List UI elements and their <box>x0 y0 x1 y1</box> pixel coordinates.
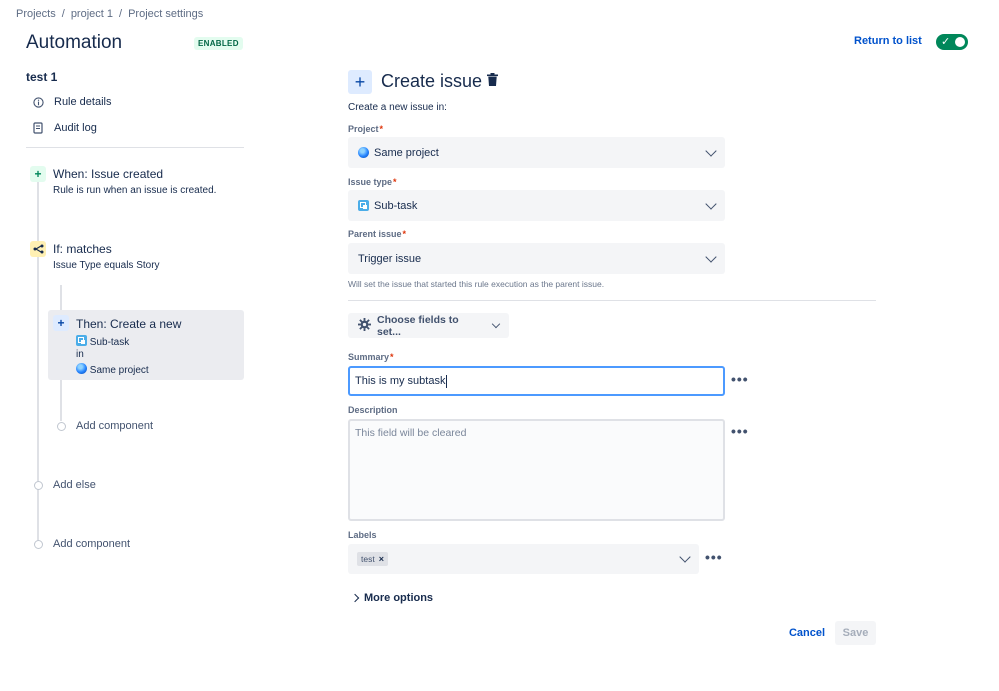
action-project: Same project <box>76 363 149 376</box>
action-type-plus-icon: + <box>348 70 372 94</box>
description-more-icon[interactable]: ••• <box>731 424 749 438</box>
branch-icon <box>30 241 46 257</box>
more-options-label: More options <box>364 592 434 604</box>
issue-type-label: Issue type* <box>348 177 397 187</box>
breadcrumb-project-settings[interactable]: Project settings <box>128 8 203 20</box>
page-title: Automation <box>26 32 123 53</box>
parent-issue-select[interactable]: Trigger issue <box>348 243 725 274</box>
plus-icon: + <box>53 315 69 331</box>
sidebar-item-label: Audit log <box>54 122 97 134</box>
project-icon <box>358 147 369 158</box>
action-in-text: in <box>76 349 84 360</box>
document-icon <box>32 122 44 134</box>
more-options-toggle[interactable]: More options <box>350 592 434 604</box>
add-dot <box>34 481 43 490</box>
label-tag-text: test <box>361 554 375 564</box>
panel-title: Create issue <box>381 71 483 91</box>
action-project-label: Same project <box>89 365 149 376</box>
sidebar-item-audit-log[interactable]: Audit log <box>32 122 97 134</box>
labels-select[interactable]: test × <box>348 544 699 574</box>
text-caret <box>446 374 448 388</box>
add-component-outer-link[interactable]: Add component <box>53 538 130 550</box>
description-textarea[interactable]: This field will be cleared <box>348 419 725 521</box>
trigger-subtitle: Rule is run when an issue is created. <box>53 185 217 196</box>
subtask-icon <box>76 335 87 346</box>
cancel-button[interactable]: Cancel <box>786 621 828 645</box>
labels-more-icon[interactable]: ••• <box>705 550 723 564</box>
return-to-list-link[interactable]: Return to list <box>854 35 922 47</box>
summary-input[interactable]: This is my subtask <box>348 366 725 396</box>
add-dot <box>34 540 43 549</box>
chevron-down-icon <box>491 319 501 328</box>
breadcrumb-separator: / <box>119 8 123 20</box>
check-icon: ✓ <box>941 36 951 48</box>
subtask-icon <box>358 200 369 211</box>
breadcrumb-project[interactable]: project 1 <box>71 8 113 20</box>
chevron-down-icon <box>705 144 717 157</box>
info-icon <box>32 96 44 108</box>
condition-subtitle: Issue Type equals Story <box>53 260 160 271</box>
breadcrumb-projects[interactable]: Projects <box>16 8 56 20</box>
issue-type-select-value: Sub-task <box>374 199 418 212</box>
gear-icon <box>358 317 371 334</box>
label-tag: test × <box>357 552 388 566</box>
divider <box>348 300 876 301</box>
rule-enabled-toggle[interactable]: ✓ <box>936 34 968 50</box>
project-select[interactable]: Same project <box>348 137 725 168</box>
divider <box>26 147 244 148</box>
chevron-down-icon <box>705 197 717 210</box>
sidebar-item-label: Rule details <box>54 96 112 108</box>
add-else-link[interactable]: Add else <box>53 479 96 491</box>
toggle-knob <box>955 37 965 47</box>
parent-issue-label: Parent issue* <box>348 229 407 239</box>
summary-label: Summary* <box>348 352 394 362</box>
parent-issue-select-value: Trigger issue <box>358 252 422 265</box>
chevron-down-icon <box>679 551 691 563</box>
add-component-inner-link[interactable]: Add component <box>76 420 153 432</box>
breadcrumb: Projects / project 1 / Project settings <box>16 8 203 20</box>
description-label: Description <box>348 405 398 415</box>
issue-type-select[interactable]: Sub-task <box>348 190 725 221</box>
labels-label: Labels <box>348 530 377 540</box>
summary-more-icon[interactable]: ••• <box>731 372 749 386</box>
project-icon <box>76 363 87 374</box>
chevron-right-icon <box>350 593 360 603</box>
chevron-down-icon <box>705 250 717 263</box>
status-badge: ENABLED <box>194 37 243 50</box>
remove-tag-icon[interactable]: × <box>379 554 384 564</box>
parent-issue-hint: Will set the issue that started this rul… <box>348 279 605 289</box>
project-label: Project* <box>348 124 384 134</box>
plus-icon: + <box>30 166 46 182</box>
intro-text: Create a new issue in: <box>348 102 447 113</box>
sidebar-item-rule-details[interactable]: Rule details <box>32 96 111 108</box>
action-issue-type-label: Sub-task <box>89 337 130 348</box>
choose-fields-button[interactable]: Choose fields to set... <box>348 313 509 338</box>
rule-name: test 1 <box>26 70 58 84</box>
breadcrumb-separator: / <box>61 8 65 20</box>
action-title: Then: Create a new <box>76 317 182 331</box>
trash-icon[interactable] <box>487 73 498 91</box>
trigger-title[interactable]: When: Issue created <box>53 167 163 181</box>
project-select-value: Same project <box>374 146 439 159</box>
save-button[interactable]: Save <box>835 621 876 645</box>
choose-fields-label: Choose fields to set... <box>377 313 459 338</box>
action-issue-type: Sub-task <box>76 335 129 348</box>
condition-title[interactable]: If: matches <box>53 242 112 256</box>
add-dot <box>57 422 66 431</box>
summary-input-value: This is my subtask <box>355 375 446 387</box>
